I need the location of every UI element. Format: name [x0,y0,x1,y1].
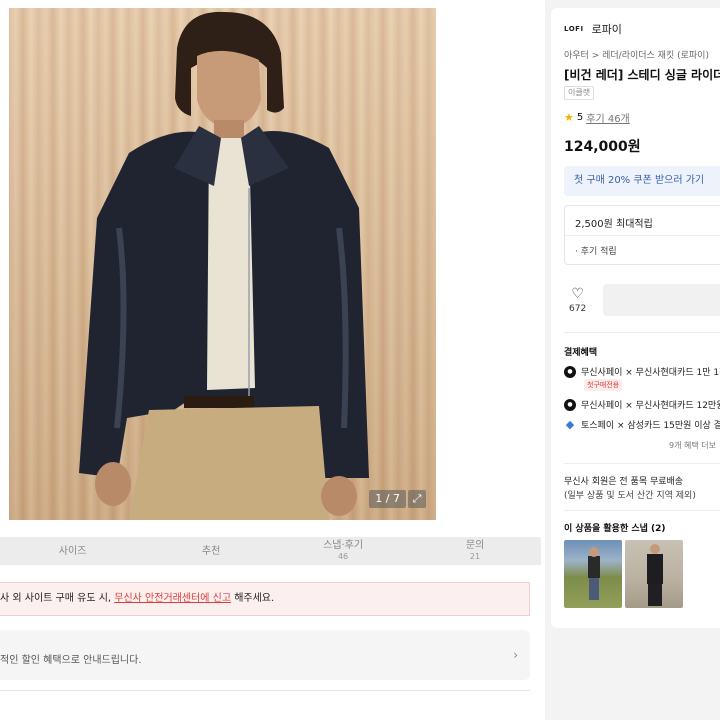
benefit-text: 적인 할인 혜택으로 안내드립니다. [0,655,142,666]
expand-icon[interactable]: ⤢ [408,490,426,508]
divider [564,463,720,464]
notice-prefix: 사 외 사이트 구매 유도 시, [0,593,115,604]
brand-name: 로파이 [591,23,622,36]
product-main-column: 1 / 7 ⤢ 사이즈 추천 스냅·후기 46 문의 21 사 외 사이트 구매… [0,0,545,720]
like-button[interactable]: ♡ 672 [569,286,586,314]
snap-figure [588,547,600,600]
tab-count: 46 [337,552,349,561]
tab-inquiry[interactable]: 문의 21 [409,537,541,565]
rating-value: 5 [576,112,584,123]
points-max: 2,500원 최대적립 [575,219,653,230]
report-link[interactable]: 무신사 안전거래센터에 신고 [114,593,231,604]
model-illustration [79,11,369,520]
price: 124,000원 [564,139,641,155]
tab-count: 21 [469,552,481,561]
first-purchase-tag: 첫구매전용 [584,379,623,391]
payment-title: 결제혜택 [564,348,598,358]
payment-text: 무신사페이 × 무신사현대카드 12만원 [581,401,720,411]
chevron-right-icon: › [513,648,518,662]
image-counter: 1 / 7 [369,490,406,508]
reviews-link[interactable]: 후기 46개 [586,110,630,125]
buy-button[interactable] [603,284,720,316]
star-icon: ★ [564,111,574,124]
product-sublabel: 이클랫 [564,86,595,100]
shipping-line2: (일부 상품 및 도서 산간 지역 제외) [564,491,696,501]
benefit-note[interactable]: 적인 할인 혜택으로 안내드립니다. › [0,630,530,680]
product-info-panel: LOFI 로파이 아우터 > 레더/라이더스 재킷 (로파이) [비건 레더] … [551,8,720,628]
more-benefits-link[interactable]: 9개 혜택 더보 [669,440,716,451]
product-photo[interactable]: 1 / 7 ⤢ [9,8,436,520]
snap-figure [647,544,663,606]
points-review: · 후기 적립 [575,247,617,257]
divider [565,235,720,236]
like-count: 672 [569,304,587,314]
brand-logo: LOFI [564,25,584,33]
payment-row[interactable]: ● 무신사페이 × 무신사현대카드 1만 1천 [564,365,720,378]
points-box: 2,500원 최대적립 · 후기 적립 [564,205,720,265]
tab-label: 문의 [465,540,485,551]
payment-row[interactable]: ● 무신사페이 × 무신사현대카드 12만원 [564,398,720,411]
breadcrumb[interactable]: 아우터 > 레더/라이더스 재킷 (로파이) [564,48,709,61]
coupon-button[interactable]: 첫 구매 20% 쿠폰 받으러 가기 [564,166,720,196]
rating[interactable]: ★ 5 후기 46개 [564,110,630,125]
brand[interactable]: LOFI 로파이 [564,21,622,37]
tab-label: 스냅·후기 [323,540,364,551]
snap-thumbnail[interactable] [625,540,683,608]
toss-pay-icon: ◆ [565,417,575,431]
tab-size[interactable]: 사이즈 [0,537,145,565]
musinsa-pay-icon: ● [564,365,576,378]
heart-icon: ♡ [571,286,584,302]
divider [564,510,720,511]
snap-thumbnail[interactable] [564,540,622,608]
divider [564,332,720,333]
payment-text: 토스페이 × 삼성카드 15만원 이상 결제 [581,421,720,431]
product-tabs: 사이즈 추천 스냅·후기 46 문의 21 [0,537,541,565]
tab-snap-review[interactable]: 스냅·후기 46 [277,537,409,565]
shipping-line1: 무신사 회원은 전 품목 무료배송 [564,477,684,487]
tab-label: 추천 [201,545,221,557]
musinsa-pay-icon: ● [564,398,576,411]
product-page: 1 / 7 ⤢ 사이즈 추천 스냅·후기 46 문의 21 사 외 사이트 구매… [0,0,720,720]
divider [0,690,530,691]
tab-recommend[interactable]: 추천 [145,537,277,565]
notice-suffix: 해주세요. [231,593,275,604]
tab-label: 사이즈 [58,545,87,557]
safety-notice: 사 외 사이트 구매 유도 시, 무신사 안전거래센터에 신고 해주세요. [0,582,530,616]
snap-section-title: 이 상품을 활용한 스냅 (2) [564,524,666,534]
payment-row[interactable]: ◆ 토스페이 × 삼성카드 15만원 이상 결제 [564,418,720,431]
product-title: [비건 레더] 스테디 싱글 라이더 [564,68,720,82]
payment-text: 무신사페이 × 무신사현대카드 1만 1천 [581,368,720,378]
